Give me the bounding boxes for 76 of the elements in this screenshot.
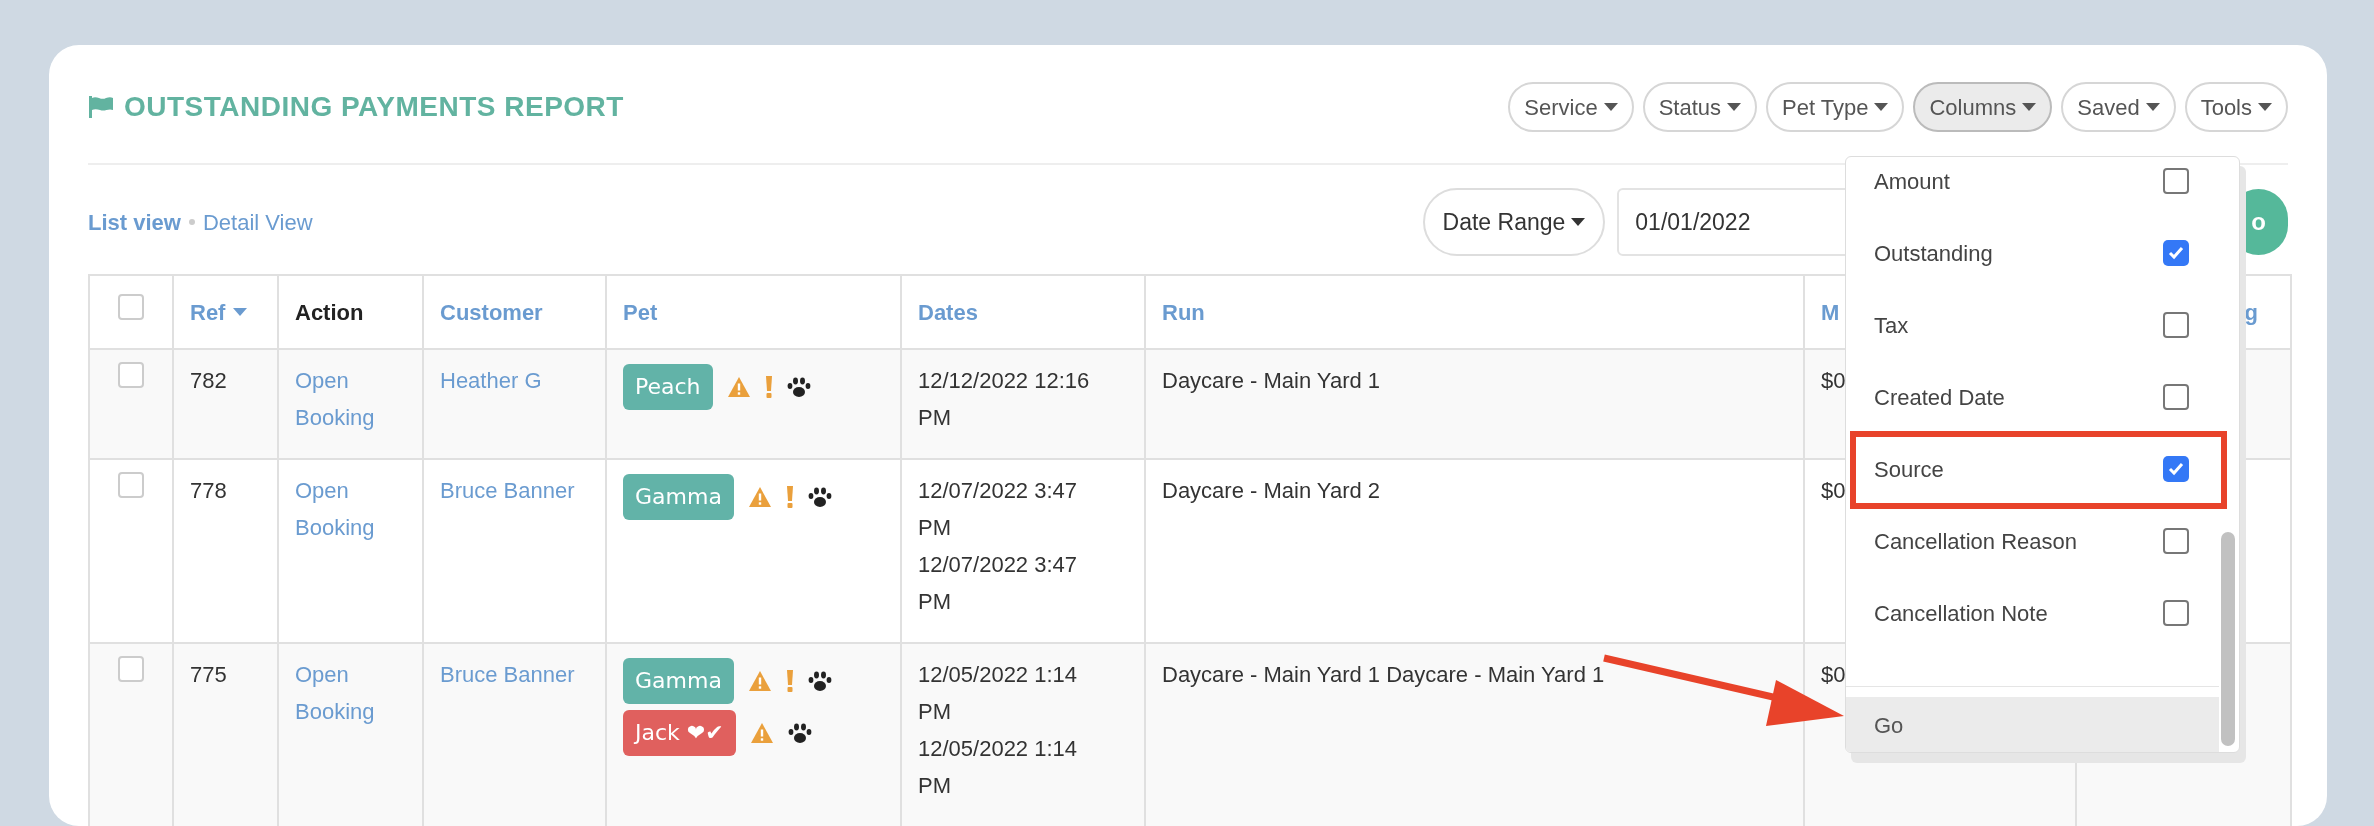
checkmark-icon — [2168, 462, 2184, 476]
pet-tag[interactable]: Peach — [623, 364, 713, 410]
checkbox[interactable] — [2163, 384, 2189, 410]
caret-icon — [2022, 103, 2037, 111]
column-option[interactable]: Outstanding — [1874, 236, 1993, 270]
view-link[interactable]: List view — [88, 205, 181, 239]
paw-icon — [807, 670, 832, 692]
checkbox[interactable] — [118, 656, 144, 682]
booking-date: 12/05/2022 1:14 PM — [918, 661, 1079, 726]
filter-button[interactable]: Pet Type — [1766, 82, 1905, 132]
column-option[interactable]: Created Date — [1874, 380, 2005, 414]
checkmark-icon — [2168, 246, 2184, 260]
checkbox[interactable] — [118, 362, 144, 388]
table-cell: 775 — [190, 662, 227, 687]
customer-link[interactable]: Bruce Banner — [440, 662, 575, 687]
table-cell: Daycare - Main Yard 2 — [1162, 478, 1381, 503]
column-header[interactable]: Pet — [623, 293, 658, 331]
filter-button[interactable]: Status — [1642, 82, 1757, 132]
table-cell: 782 — [190, 368, 227, 393]
warning-icon — [749, 722, 774, 744]
customer-link[interactable]: Bruce Banner — [440, 478, 575, 503]
filter-button[interactable]: Saved — [2061, 82, 2176, 132]
table-cell: 778 — [190, 478, 227, 503]
scrollbar-thumb[interactable] — [2221, 532, 2235, 746]
warning-icon — [726, 376, 751, 398]
caret-icon — [1727, 103, 1741, 111]
pet-tag[interactable]: Jack ❤✔ — [623, 710, 736, 756]
table-cell: $0 — [1821, 478, 1846, 503]
caret-icon — [2145, 103, 2160, 111]
customer-link[interactable]: Heather G — [440, 368, 542, 393]
go-menu-button[interactable]: Go — [1846, 697, 2219, 752]
table-cell: Daycare - Main Yard 1 Daycare - Main Yard 1 — [1162, 662, 1605, 687]
checkbox[interactable] — [2163, 312, 2189, 338]
checkbox[interactable] — [2163, 528, 2189, 554]
booking-date: 12/07/2022 3:47 PM — [918, 551, 1079, 616]
column-header[interactable]: M — [1821, 293, 1840, 331]
column-header[interactable]: Dates — [918, 293, 978, 331]
checkbox[interactable] — [2163, 168, 2189, 194]
table-cell: $0 — [1821, 662, 1846, 687]
table-cell: Daycare - Main Yard 1 — [1162, 368, 1381, 393]
table-cell: $0 — [1821, 368, 1846, 393]
warning-icon — [747, 670, 772, 692]
column-header[interactable]: Run — [1162, 293, 1205, 331]
report-title: OUTSTANDING PAYMENTS REPORT — [124, 90, 624, 124]
caret-icon — [1603, 103, 1618, 111]
column-option[interactable]: Tax — [1874, 308, 1909, 342]
column-option[interactable]: Amount — [1874, 164, 1950, 198]
checkbox[interactable] — [2163, 456, 2189, 482]
paw-icon — [807, 486, 832, 508]
pet-tag[interactable]: Gamma — [623, 474, 734, 520]
checkbox[interactable] — [118, 293, 144, 320]
booking-date: 12/07/2022 3:47 PM — [918, 477, 1079, 542]
booking-date: 12/05/2022 1:14 PM — [918, 735, 1079, 800]
flag-icon — [88, 95, 114, 119]
checkbox[interactable] — [2163, 240, 2189, 266]
paw-icon — [786, 376, 811, 398]
column-option[interactable]: Source — [1874, 452, 1944, 486]
checkbox[interactable] — [2163, 600, 2189, 626]
view-link[interactable]: Detail View — [202, 205, 313, 239]
caret-icon — [1874, 103, 1889, 111]
filter-button[interactable]: Service — [1508, 82, 1634, 132]
column-option[interactable]: Cancellation Note — [1874, 596, 2048, 630]
booking-date: 12/12/2022 12:16 PM — [918, 367, 1091, 432]
column-header[interactable]: g — [2244, 293, 2258, 331]
column-header: Action — [295, 298, 364, 327]
paw-icon — [787, 722, 812, 744]
pet-tag[interactable]: Gamma — [623, 658, 734, 704]
column-option[interactable]: Cancellation Reason — [1874, 524, 2078, 558]
caret-icon — [2258, 103, 2272, 111]
warning-icon — [747, 486, 772, 508]
filter-button[interactable]: Columns — [1913, 82, 2053, 132]
filter-button[interactable]: Tools — [2184, 82, 2288, 132]
column-header[interactable]: Ref — [190, 293, 226, 331]
caret-icon — [1571, 218, 1586, 226]
checkbox[interactable] — [118, 472, 144, 498]
date-range-button[interactable]: Date Range — [1422, 188, 1606, 256]
